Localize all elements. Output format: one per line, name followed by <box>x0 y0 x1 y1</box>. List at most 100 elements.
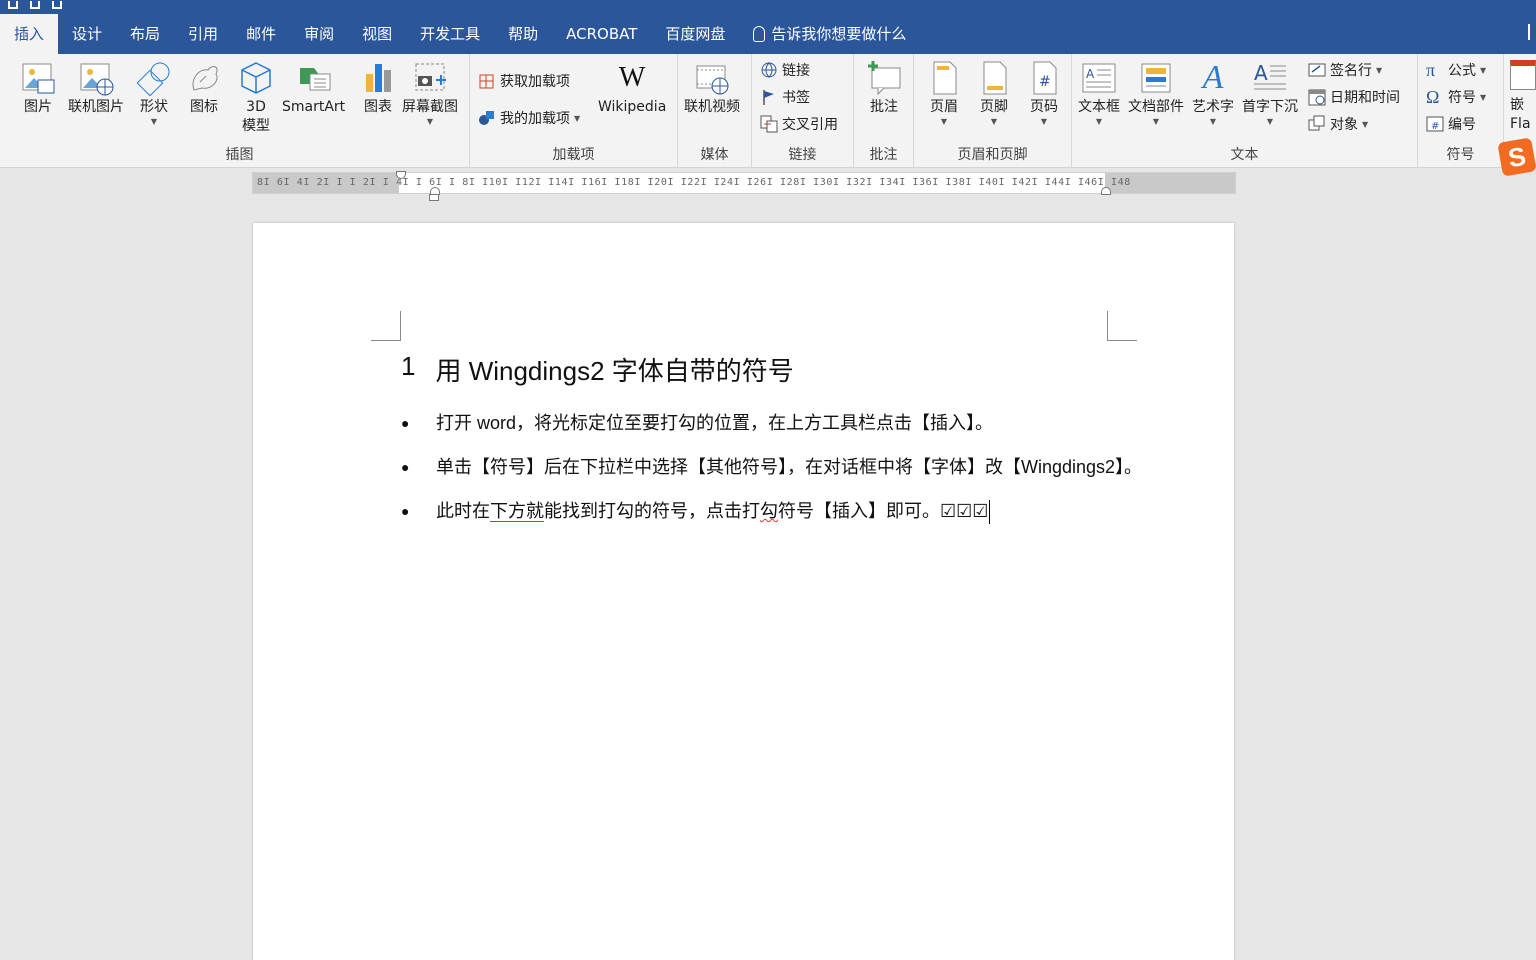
bookmark-button[interactable]: 书签 <box>760 86 810 108</box>
dropcap-button[interactable]: A 首字下沉 ▼ <box>1242 60 1298 127</box>
chevron-down-icon: ▼ <box>990 117 998 126</box>
online-video-button[interactable]: 联机视频 <box>684 60 740 117</box>
wikipedia-button[interactable]: W Wikipedia <box>598 60 666 117</box>
sogou-ime-icon[interactable]: S <box>1497 137 1536 177</box>
tab-design[interactable]: 设计 <box>58 14 116 54</box>
chart-button[interactable]: 图表 <box>360 60 396 117</box>
online-picture-button[interactable]: 联机图片 <box>68 60 124 117</box>
online-picture-label: 联机图片 <box>68 99 124 115</box>
screenshot-label: 屏幕截图 <box>402 99 458 115</box>
cube-icon <box>238 60 274 96</box>
tab-help[interactable]: 帮助 <box>494 14 552 54</box>
screenshot-icon <box>412 60 448 96</box>
page-number-button[interactable]: # 页码 ▼ <box>1026 60 1062 127</box>
symbol-button[interactable]: Ω 符号 ▼ <box>1426 86 1486 108</box>
embed-flash-button[interactable]: 嵌 Fla <box>1510 60 1536 134</box>
chevron-down-icon: ▼ <box>1040 117 1048 126</box>
right-indent-marker[interactable] <box>1101 187 1111 195</box>
quick-access-fragment <box>8 0 108 9</box>
tab-references[interactable]: 引用 <box>174 14 232 54</box>
group-addins: 获取加载项 我的加载项 ▼ W Wikipedia 加载项 <box>470 54 678 168</box>
chevron-down-icon: ▼ <box>1376 65 1383 75</box>
shapes-icon <box>136 60 172 97</box>
chevron-down-icon: ▼ <box>1152 117 1160 126</box>
header-label: 页眉 <box>930 99 958 115</box>
tab-developer[interactable]: 开发工具 <box>406 14 494 54</box>
group-header-footer: 页眉 ▼ 页脚 ▼ # 页码 ▼ 页眉和页脚 <box>914 54 1072 168</box>
date-time-button[interactable]: 日期和时间 <box>1308 86 1400 108</box>
lightbulb-icon <box>753 26 766 42</box>
page-number-label: 页码 <box>1030 99 1058 115</box>
wikipedia-icon: W <box>618 62 646 93</box>
wikipedia-label: Wikipedia <box>598 99 667 115</box>
dropcap-label: 首字下沉 <box>1242 99 1298 115</box>
quick-parts-icon <box>1138 60 1174 96</box>
icons-label: 图标 <box>190 99 218 115</box>
tell-me-search[interactable]: 告诉我你想要做什么 <box>739 14 920 54</box>
smartart-button[interactable]: SmartArt <box>282 60 345 117</box>
equation-button[interactable]: π 公式 ▼ <box>1426 59 1486 81</box>
comment-button[interactable]: 批注 <box>866 60 902 117</box>
document-page[interactable]: 1 用 Wingdings2 字体自带的符号 ● 打开 word，将光标定位至要… <box>253 223 1234 960</box>
tab-review[interactable]: 审阅 <box>290 14 348 54</box>
get-addins-button[interactable]: 获取加载项 <box>478 70 570 92</box>
tab-insert[interactable]: 插入 <box>0 14 59 54</box>
header-button[interactable]: 页眉 ▼ <box>926 60 962 127</box>
group-label-header-footer: 页眉和页脚 <box>957 147 1028 163</box>
tab-view[interactable]: 视图 <box>348 14 406 54</box>
textbox-button[interactable]: A 文本框 ▼ <box>1078 60 1120 127</box>
icons-icon <box>186 60 222 96</box>
3d-models-button[interactable]: 3D 模型 <box>238 60 274 136</box>
group-label-comments: 批注 <box>869 147 898 163</box>
icons-button[interactable]: 图标 <box>186 60 222 117</box>
pi-icon: π <box>1426 60 1436 80</box>
signature-line-button[interactable]: 签名行 ▼ <box>1308 59 1382 81</box>
list-item[interactable]: ● 单击【符号】后在下拉栏中选择【其他符号】，在对话框中将【字体】改【Wingd… <box>401 455 1142 479</box>
symbol-label: 符号 <box>1448 90 1476 106</box>
ribbon-tab-bar: 插入 设计 布局 引用 邮件 审阅 视图 开发工具 帮助 ACROBAT 百度网… <box>0 0 1536 54</box>
list-item[interactable]: ● 打开 word，将光标定位至要打勾的位置，在上方工具栏点击【插入】。 <box>401 411 993 435</box>
group-links: 链接 书签 交叉引用 链接 <box>752 54 854 168</box>
margin-corner-top-left <box>371 311 401 341</box>
tab-acrobat[interactable]: ACROBAT <box>552 14 651 54</box>
quick-parts-button[interactable]: 文档部件 ▼ <box>1128 60 1184 127</box>
number-icon: # <box>1426 115 1444 133</box>
group-label-text: 文本 <box>1230 147 1259 163</box>
group-label-illustrations: 插图 <box>225 147 254 163</box>
list-item[interactable]: ● 此时在下方就能找到打勾的符号，点击打勾符号【插入】即可。☑☑☑ <box>401 499 991 525</box>
heading-1[interactable]: 1 用 Wingdings2 字体自带的符号 <box>401 351 794 388</box>
signature-icon <box>1308 61 1326 79</box>
footer-button[interactable]: 页脚 ▼ <box>976 60 1012 127</box>
tab-baidu-netdisk[interactable]: 百度网盘 <box>651 14 739 54</box>
group-label-addins: 加载项 <box>552 147 595 163</box>
svg-text:#: # <box>1431 121 1439 132</box>
svg-text:A: A <box>1254 61 1268 85</box>
tab-layout[interactable]: 布局 <box>116 14 174 54</box>
svg-text:#: # <box>1039 74 1051 90</box>
tab-mailings[interactable]: 邮件 <box>232 14 290 54</box>
signature-line-label: 签名行 <box>1330 63 1372 79</box>
shapes-button[interactable]: 形状 ▼ <box>136 60 172 127</box>
bullet-icon: ● <box>401 415 410 431</box>
object-label: 对象 <box>1330 117 1358 133</box>
picture-button[interactable]: 图片 <box>20 60 56 117</box>
online-video-icon <box>694 60 730 96</box>
chevron-down-icon: ▼ <box>1362 119 1369 129</box>
list-item-text: 打开 word，将光标定位至要打勾的位置，在上方工具栏点击【插入】。 <box>436 413 994 433</box>
chevron-down-icon: ▼ <box>1480 92 1487 102</box>
number-button[interactable]: # 编号 <box>1426 113 1476 135</box>
left-indent-marker[interactable] <box>429 194 439 201</box>
embed-label-line2: Fla <box>1510 116 1531 132</box>
cross-reference-label: 交叉引用 <box>782 117 838 133</box>
wordart-icon: A <box>1202 59 1224 96</box>
wordart-label: 艺术字 <box>1192 99 1234 115</box>
horizontal-ruler[interactable]: 8I 6I 4I 2I I I 2I I 4I I 6I I 8I I10I I… <box>252 171 1236 195</box>
calendar-icon <box>1308 88 1326 106</box>
list-item-text: 单击【符号】后在下拉栏中选择【其他符号】，在对话框中将【字体】改【Wingdin… <box>436 457 1143 477</box>
wordart-button[interactable]: A 艺术字 ▼ <box>1192 60 1234 127</box>
cross-reference-button[interactable]: 交叉引用 <box>760 113 838 135</box>
link-button[interactable]: 链接 <box>760 59 810 81</box>
my-addins-button[interactable]: 我的加载项 ▼ <box>478 107 580 129</box>
screenshot-button[interactable]: 屏幕截图 ▼ <box>402 60 458 127</box>
object-button[interactable]: 对象 ▼ <box>1308 113 1368 135</box>
